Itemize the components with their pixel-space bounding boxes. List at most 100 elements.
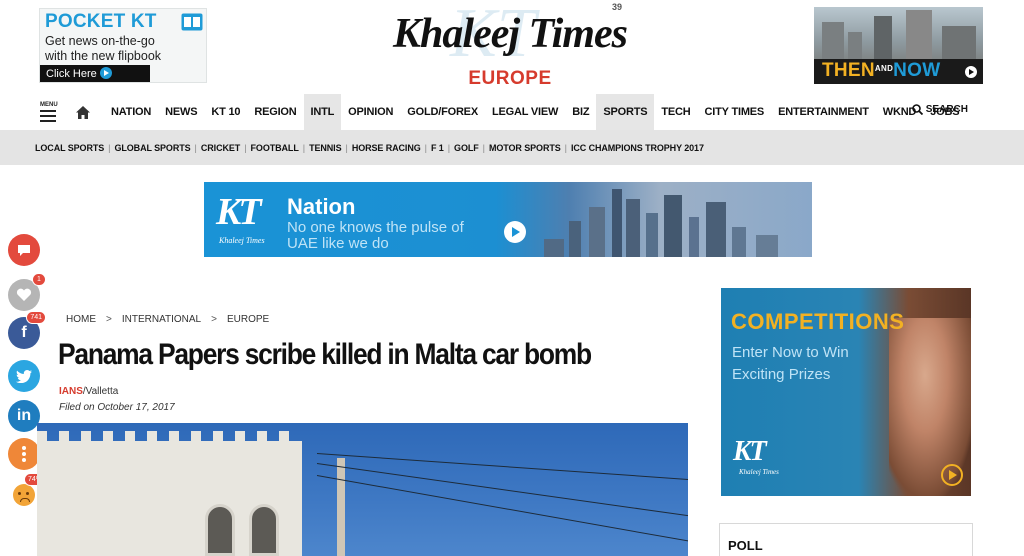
play-icon [965,66,977,78]
hero-battlement [103,431,113,443]
breadcrumb-international[interactable]: INTERNATIONAL [122,314,201,325]
edition-label: EUROPE [468,68,552,89]
comment-icon [18,244,30,256]
competitions-ad-title: COMPETITIONS [731,309,905,334]
subnav-item-icc-champions-trophy[interactable]: ICC CHAMPIONS TROPHY 2017 [567,143,708,153]
pocket-kt-title: POCKET KT [45,11,157,32]
menu-button[interactable]: MENU [0,94,62,130]
nav-item-biz[interactable]: BIZ [565,94,596,130]
nation-ad-logo-sub: Khaleej Times [219,236,265,245]
competitions-ad-tagline: Enter Now to Win Exciting Prizes [732,342,912,386]
poll-widget: POLL [719,523,973,556]
pocket-kt-line2: with the new flipbook [45,49,162,63]
competitions-ad[interactable]: COMPETITIONS Enter Now to Win Exciting Pr… [721,288,971,496]
ad-building [848,32,862,62]
hero-window [205,504,235,556]
nation-ad-logo: KT [216,191,262,233]
nav-item-news[interactable]: NEWS [158,94,204,130]
subnav-item-global-sports[interactable]: GLOBAL SPORTS [110,143,194,153]
breadcrumb-europe[interactable]: EUROPE [227,314,269,325]
twitter-share-button[interactable] [8,360,40,392]
competitions-ad-tagline-line2: Exciting Prizes [732,366,831,383]
site-logo[interactable]: KT Khaleej Times 39 EUROPE [350,0,670,90]
hero-battlement [59,431,69,443]
skyline-building [589,207,605,257]
comment-button[interactable] [8,234,40,266]
nav-item-sports[interactable]: SPORTS [596,94,655,130]
nav-item-legal-view[interactable]: LEGAL VIEW [485,94,565,130]
hamburger-icon [40,110,56,122]
facebook-share-button[interactable]: f 741 [8,311,46,349]
nav-item-entertainment[interactable]: ENTERTAINMENT [771,94,876,130]
masthead: POCKET KT Get news on-the-go with the ne… [0,0,1024,92]
breadcrumb-separator: > [211,314,217,325]
logo-wordmark: Khaleej Times [393,11,628,57]
subnav-item-motor-sports[interactable]: MOTOR SPORTS [485,143,565,153]
nation-banner-ad[interactable]: KT Khaleej Times Nation No one knows the… [204,182,812,257]
ad-building [906,10,932,62]
nav-item-tech[interactable]: TECH [654,94,697,130]
skyline-building [646,213,658,257]
skyline-building [689,217,699,257]
pocket-kt-click-button[interactable]: Click Here [40,65,150,82]
hero-battlement [213,431,223,443]
subnav-item-golf[interactable]: GOLF [450,143,483,153]
play-icon [99,67,112,79]
hero-battlement [169,431,179,443]
pocket-kt-click-label: Click Here [46,68,97,80]
reaction-face-icon [13,484,35,506]
facebook-icon: f [21,324,27,341]
hero-battlement [257,431,267,443]
then-now-title: THENANDNOW [822,60,941,82]
then-and-now-ad[interactable]: THENANDNOW [814,7,983,84]
reaction-button[interactable]: 74% [8,473,46,511]
like-button[interactable]: 1 [8,273,46,311]
and-label: AND [874,64,894,73]
skyline-building [569,221,581,257]
subnav-item-local-sports[interactable]: LOCAL SPORTS [35,143,108,153]
skyline-building [706,202,726,257]
nav-item-gold-forex[interactable]: GOLD/FOREX [400,94,485,130]
anniversary-badge: 39 [612,2,623,12]
poll-title: POLL [728,538,763,553]
nav-item-opinion[interactable]: OPINION [341,94,400,130]
article-location: /Valletta [82,386,119,397]
subnav-item-cricket[interactable]: CRICKET [197,143,244,153]
ad-building [874,16,892,62]
nav-item-region[interactable]: REGION [247,94,303,130]
search-icon [911,104,923,115]
twitter-icon [16,369,32,383]
nav-item-city-times[interactable]: CITY TIMES [698,94,772,130]
hero-battlement [125,431,135,443]
pocket-kt-ad[interactable]: POCKET KT Get news on-the-go with the ne… [39,8,207,83]
skyline-building [664,195,682,257]
hero-utility-pole [337,458,345,556]
linkedin-share-button[interactable]: in [8,400,40,432]
subnav-item-horse-racing[interactable]: HORSE RACING [348,143,425,153]
subnav-item-f1[interactable]: F 1 [427,143,448,153]
subnav-item-tennis[interactable]: TENNIS [305,143,345,153]
arrow-right-icon[interactable] [941,464,963,486]
competitions-ad-tagline-line1: Enter Now to Win [732,344,849,361]
hero-battlement [191,431,201,443]
nation-ad-tagline-line2: UAE like we do [287,235,389,252]
sub-nav: LOCAL SPORTS | GLOBAL SPORTS | CRICKET | FO… [0,130,1024,165]
search-button[interactable]: SEARCH [911,104,968,115]
nav-item-nation[interactable]: NATION [104,94,158,130]
breadcrumb-separator: > [106,314,112,325]
subnav-item-football[interactable]: FOOTBALL [247,143,303,153]
nav-item-intl[interactable]: INTL [303,94,342,130]
search-label: SEARCH [925,104,968,115]
facebook-count-badge: 741 [26,311,46,324]
main-nav: MENU NATION NEWS KT 10 REGION INTL OPINI… [0,94,1024,130]
linkedin-icon: in [16,407,32,424]
nav-item-kt10[interactable]: KT 10 [204,94,247,130]
now-label: NOW [893,60,941,81]
heart-icon [16,288,32,301]
then-label: THEN [822,60,875,81]
article-source[interactable]: IANS [59,386,83,397]
more-share-button[interactable] [8,438,40,470]
home-button[interactable] [62,94,104,130]
breadcrumb-home[interactable]: HOME [66,314,96,325]
article-filed-date: Filed on October 17, 2017 [59,402,175,413]
